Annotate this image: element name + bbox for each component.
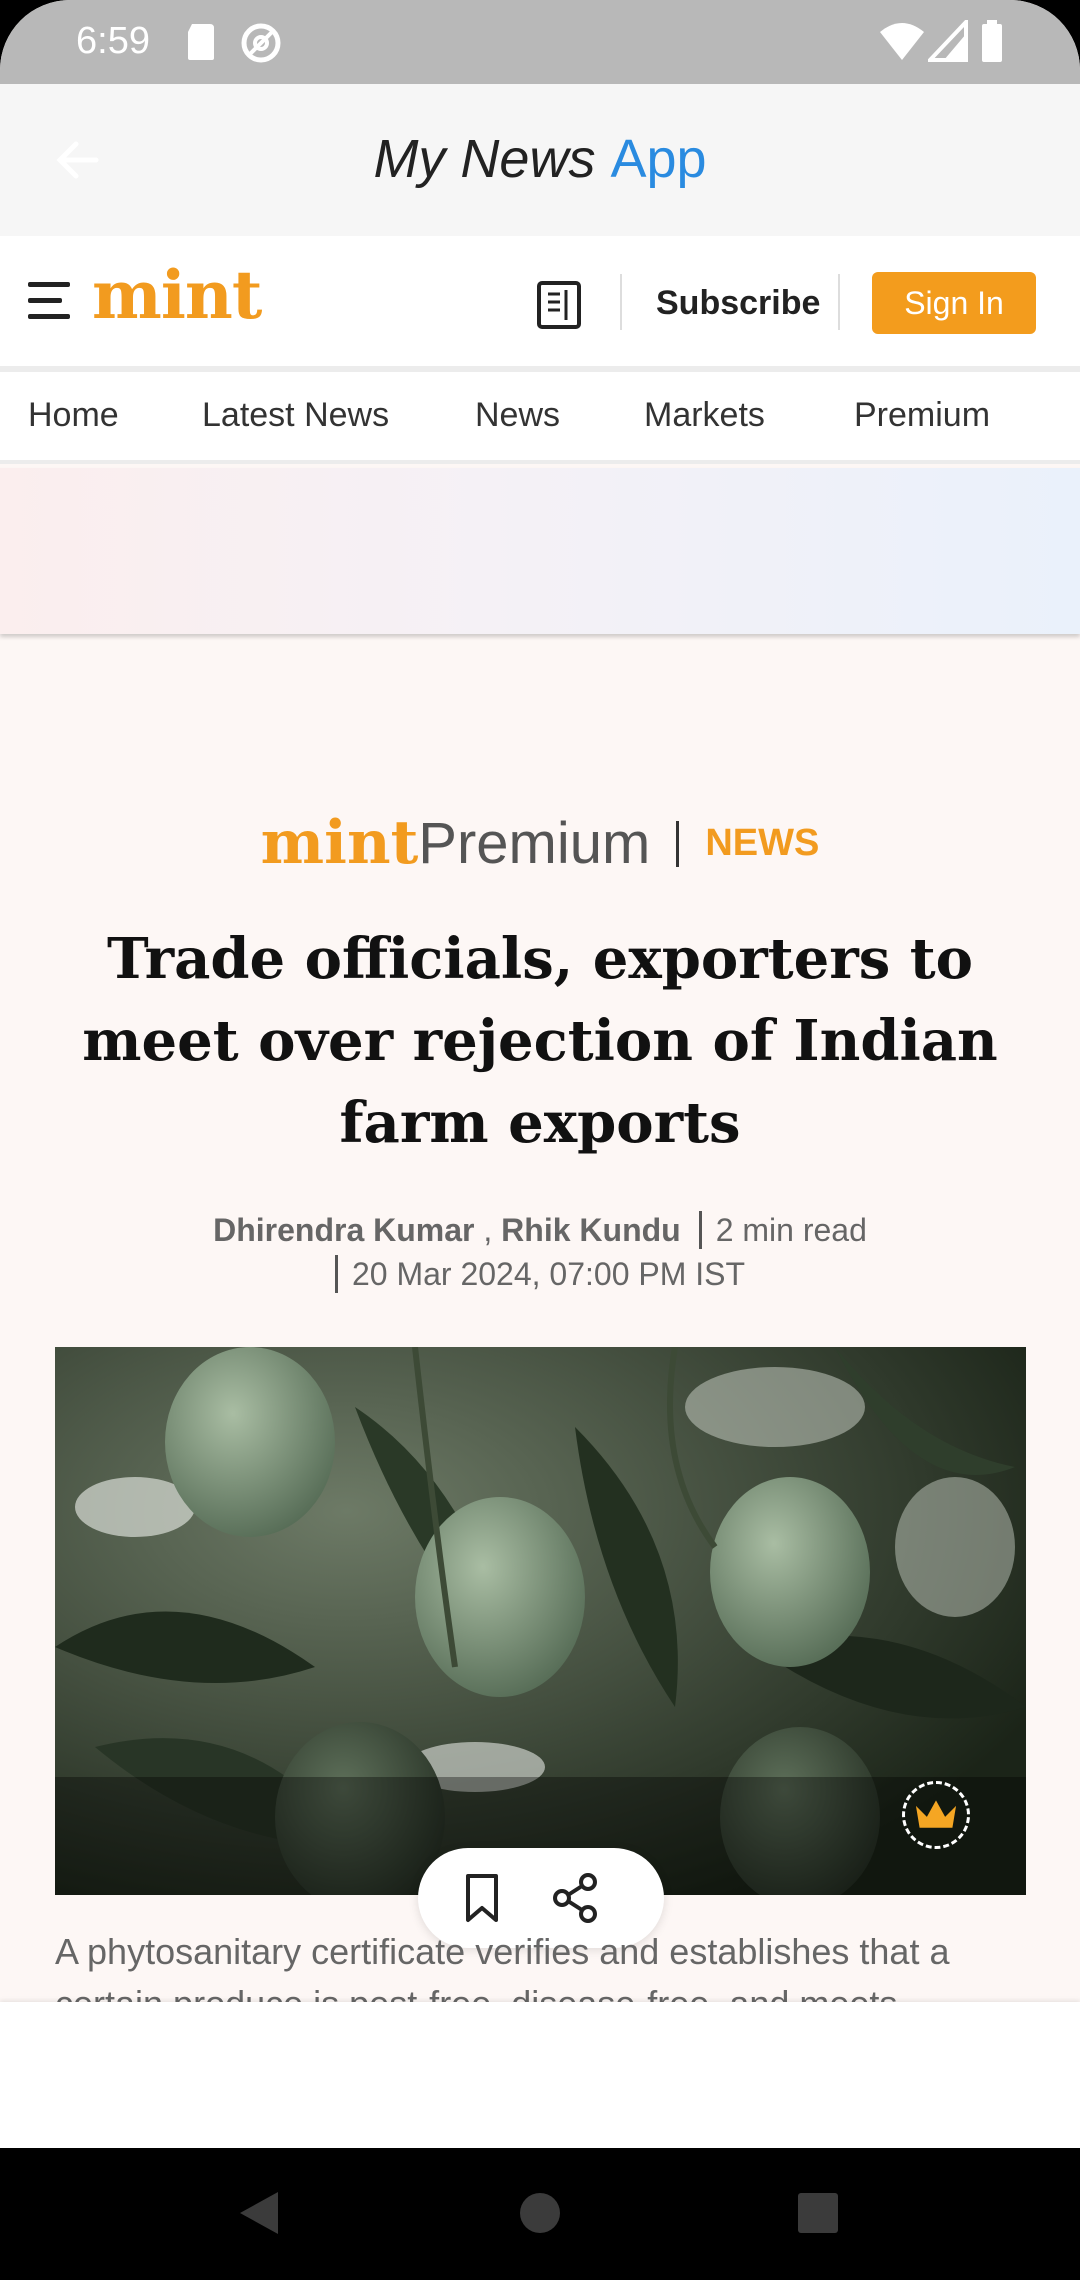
author-1[interactable]: Dhirendra Kumar — [213, 1212, 474, 1248]
category-label[interactable]: NEWS — [705, 822, 819, 864]
article-headline: Trade officials, exporters to meet over … — [82, 926, 998, 1156]
share-icon[interactable] — [548, 1870, 604, 1926]
bottom-area — [0, 2002, 1080, 2148]
epaper-icon[interactable] — [536, 280, 582, 330]
back-icon[interactable] — [236, 2188, 282, 2238]
article-byline: Dhirendra Kumar , Rhik Kundu 2 min read 2… — [213, 1211, 867, 1293]
read-time: 2 min read — [715, 1212, 867, 1248]
section-nav: Home Latest News News Markets Premium — [0, 372, 1080, 464]
article-summary: A phytosanitary certificate verifies and… — [55, 1931, 950, 2002]
at-sign-icon — [241, 23, 281, 63]
nav-tab-latest-news[interactable]: Latest News — [202, 396, 389, 435]
app-title-accent: App — [610, 129, 707, 189]
premium-brand-line: mintPremium NEWS — [0, 808, 1080, 878]
nav-tab-markets[interactable]: Markets — [644, 396, 765, 435]
premium-crown-icon — [902, 1781, 970, 1849]
status-bar: 6:59 — [0, 0, 1080, 84]
bookmark-icon[interactable] — [454, 1870, 510, 1926]
recents-icon[interactable] — [796, 2188, 840, 2238]
menu-icon[interactable] — [28, 282, 74, 322]
status-time: 6:59 — [76, 20, 150, 62]
ad-banner[interactable] — [0, 468, 1080, 634]
article-photo — [55, 1347, 1026, 1895]
system-nav-bar — [0, 2148, 1080, 2280]
app-title: My News App — [0, 128, 1080, 190]
author-2[interactable]: Rhik Kundu — [501, 1212, 681, 1248]
mint-logo[interactable]: mint — [92, 256, 262, 334]
brand-premium-label: Premium — [418, 811, 651, 876]
sign-in-button[interactable]: Sign In — [872, 272, 1036, 334]
app-bar: My News App — [0, 84, 1080, 236]
nav-tab-premium[interactable]: Premium — [854, 396, 990, 435]
subscribe-link[interactable]: Subscribe — [656, 284, 820, 323]
publish-date: 20 Mar 2024, 07:00 PM IST — [351, 1256, 746, 1292]
nav-tab-news[interactable]: News — [475, 396, 560, 435]
brand-mint-logo: mint — [260, 808, 419, 878]
screen: 6:59 My News App mint Subscribe Sign In … — [0, 0, 1080, 2280]
signal-icon — [928, 20, 968, 62]
wifi-icon — [880, 23, 924, 60]
site-header: mint Subscribe Sign In — [0, 236, 1080, 372]
nav-tab-home[interactable]: Home — [28, 396, 119, 435]
battery-icon — [982, 20, 1002, 62]
home-icon[interactable] — [518, 2188, 562, 2238]
sd-card-icon — [188, 24, 214, 60]
app-title-main: My News — [373, 129, 596, 189]
